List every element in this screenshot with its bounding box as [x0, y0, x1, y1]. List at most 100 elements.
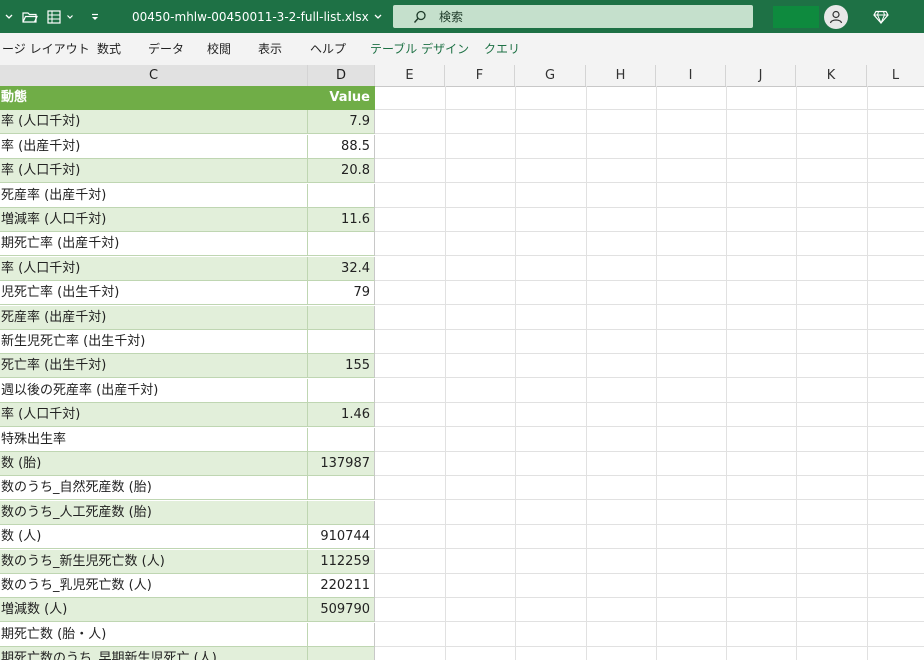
diamond-premium-icon[interactable] — [873, 0, 889, 33]
row-label-cell[interactable]: 率 (人口千対) — [0, 257, 308, 281]
row-label-cell[interactable]: 死亡率 (出生千対) — [0, 354, 308, 378]
row-label-cell[interactable]: 新生児死亡率 (出生千対) — [0, 330, 308, 354]
form-icon[interactable] — [47, 0, 63, 33]
row-value-cell[interactable] — [308, 232, 375, 256]
column-header-k[interactable]: K — [796, 65, 867, 86]
row-label-cell[interactable]: 数のうち_乳児死亡数 (人) — [0, 574, 308, 598]
column-header-f[interactable]: F — [445, 65, 515, 86]
chevron-down-icon[interactable] — [4, 0, 14, 33]
dropdown-chevron-icon[interactable] — [66, 0, 74, 33]
empty-cells[interactable] — [375, 184, 924, 208]
account-avatar-icon[interactable] — [824, 5, 848, 29]
row-label-cell[interactable]: 数のうち_新生児死亡数 (人) — [0, 550, 308, 574]
row-label-cell[interactable]: 期死亡率 (出産千対) — [0, 232, 308, 256]
empty-cells[interactable] — [375, 501, 924, 525]
row-value-cell[interactable]: 11.6 — [308, 208, 375, 232]
empty-cells[interactable] — [375, 452, 924, 476]
row-label-cell[interactable]: 数のうち_自然死産数 (胎) — [0, 476, 308, 500]
row-label-cell[interactable]: 率 (人口千対) — [0, 110, 308, 134]
empty-cells[interactable] — [375, 135, 924, 159]
file-name[interactable]: 00450-mhlw-00450011-3-2-full-list.xlsx — [132, 0, 383, 33]
row-value-cell[interactable]: 155 — [308, 354, 375, 378]
empty-cells[interactable] — [375, 281, 924, 305]
empty-cells[interactable] — [375, 354, 924, 378]
empty-cells[interactable] — [375, 623, 924, 647]
row-label-cell[interactable]: 期死亡数 (胎・人) — [0, 623, 308, 647]
tab-review[interactable]: 校閲 — [207, 33, 231, 65]
row-label-cell[interactable]: 児死亡率 (出生千対) — [0, 281, 308, 305]
tab-page-layout[interactable]: ージ レイアウト — [2, 33, 90, 65]
worksheet-grid[interactable]: 動態 Value 率 (人口千対) 7.9 率 (出産千対) 88.5 率 (人口千対)… — [0, 86, 924, 660]
row-value-cell[interactable]: 220211 — [308, 574, 375, 598]
empty-cells[interactable] — [375, 428, 924, 452]
row-value-cell[interactable] — [308, 306, 375, 330]
tab-data[interactable]: データ — [148, 33, 184, 65]
row-label-cell[interactable]: 率 (人口千対) — [0, 159, 308, 183]
row-value-cell[interactable] — [308, 428, 375, 452]
column-header-g[interactable]: G — [515, 65, 586, 86]
header-cell-value[interactable]: Value — [308, 86, 375, 110]
row-value-cell[interactable]: 509790 — [308, 598, 375, 622]
row-label-cell[interactable]: 率 (出産千対) — [0, 135, 308, 159]
empty-cells[interactable] — [375, 86, 924, 110]
row-value-cell[interactable] — [308, 330, 375, 354]
row-value-cell[interactable]: 79 — [308, 281, 375, 305]
tab-query[interactable]: クエリ — [484, 33, 520, 65]
row-value-cell[interactable]: 112259 — [308, 550, 375, 574]
row-label-cell[interactable]: 率 (人口千対) — [0, 403, 308, 427]
empty-cells[interactable] — [375, 306, 924, 330]
row-value-cell[interactable] — [308, 647, 375, 660]
row-value-cell[interactable]: 1.46 — [308, 403, 375, 427]
column-header-l[interactable]: L — [867, 65, 924, 86]
empty-cells[interactable] — [375, 330, 924, 354]
customize-qat-icon[interactable] — [90, 0, 100, 33]
column-header-j[interactable]: J — [726, 65, 796, 86]
row-label-cell[interactable]: 数 (人) — [0, 525, 308, 549]
empty-cells[interactable] — [375, 574, 924, 598]
row-value-cell[interactable]: 20.8 — [308, 159, 375, 183]
empty-cells[interactable] — [375, 476, 924, 500]
empty-cells[interactable] — [375, 550, 924, 574]
search-box[interactable]: 検索 — [393, 5, 753, 28]
tab-table-design[interactable]: テーブル デザイン — [370, 33, 469, 65]
row-label-cell[interactable]: 増減率 (人口千対) — [0, 208, 308, 232]
empty-cells[interactable] — [375, 525, 924, 549]
row-label-cell[interactable]: 期死亡数のうち_早期新生児死亡 (人) — [0, 647, 308, 660]
row-value-cell[interactable]: 32.4 — [308, 257, 375, 281]
column-header-h[interactable]: H — [586, 65, 656, 86]
row-label-cell[interactable]: 特殊出生率 — [0, 428, 308, 452]
row-value-cell[interactable] — [308, 379, 375, 403]
column-header-e[interactable]: E — [375, 65, 445, 86]
row-label-cell[interactable]: 数 (胎) — [0, 452, 308, 476]
row-value-cell[interactable] — [308, 501, 375, 525]
row-value-cell[interactable] — [308, 476, 375, 500]
empty-cells[interactable] — [375, 232, 924, 256]
open-folder-icon[interactable] — [22, 0, 38, 33]
row-label-cell[interactable]: 死産率 (出産千対) — [0, 184, 308, 208]
row-value-cell[interactable]: 137987 — [308, 452, 375, 476]
row-value-cell[interactable] — [308, 623, 375, 647]
header-cell-label[interactable]: 動態 — [0, 86, 308, 110]
column-header-d[interactable]: D — [308, 65, 375, 86]
empty-cells[interactable] — [375, 208, 924, 232]
column-header-i[interactable]: I — [656, 65, 726, 86]
empty-cells[interactable] — [375, 159, 924, 183]
row-label-cell[interactable]: 週以後の死産率 (出産千対) — [0, 379, 308, 403]
tab-help[interactable]: ヘルプ — [310, 33, 346, 65]
row-label-cell[interactable]: 数のうち_人工死産数 (胎) — [0, 501, 308, 525]
empty-cells[interactable] — [375, 110, 924, 134]
empty-cells[interactable] — [375, 598, 924, 622]
column-header-c[interactable]: C — [0, 65, 308, 86]
tab-formulas[interactable]: 数式 — [97, 33, 121, 65]
row-value-cell[interactable]: 910744 — [308, 525, 375, 549]
row-value-cell[interactable]: 7.9 — [308, 110, 375, 134]
row-label-cell[interactable]: 死産率 (出産千対) — [0, 306, 308, 330]
empty-cells[interactable] — [375, 379, 924, 403]
row-label-cell[interactable]: 増減数 (人) — [0, 598, 308, 622]
row-value-cell[interactable] — [308, 184, 375, 208]
empty-cells[interactable] — [375, 647, 924, 660]
tab-view[interactable]: 表示 — [258, 33, 282, 65]
empty-cells[interactable] — [375, 403, 924, 427]
row-value-cell[interactable]: 88.5 — [308, 135, 375, 159]
empty-cells[interactable] — [375, 257, 924, 281]
